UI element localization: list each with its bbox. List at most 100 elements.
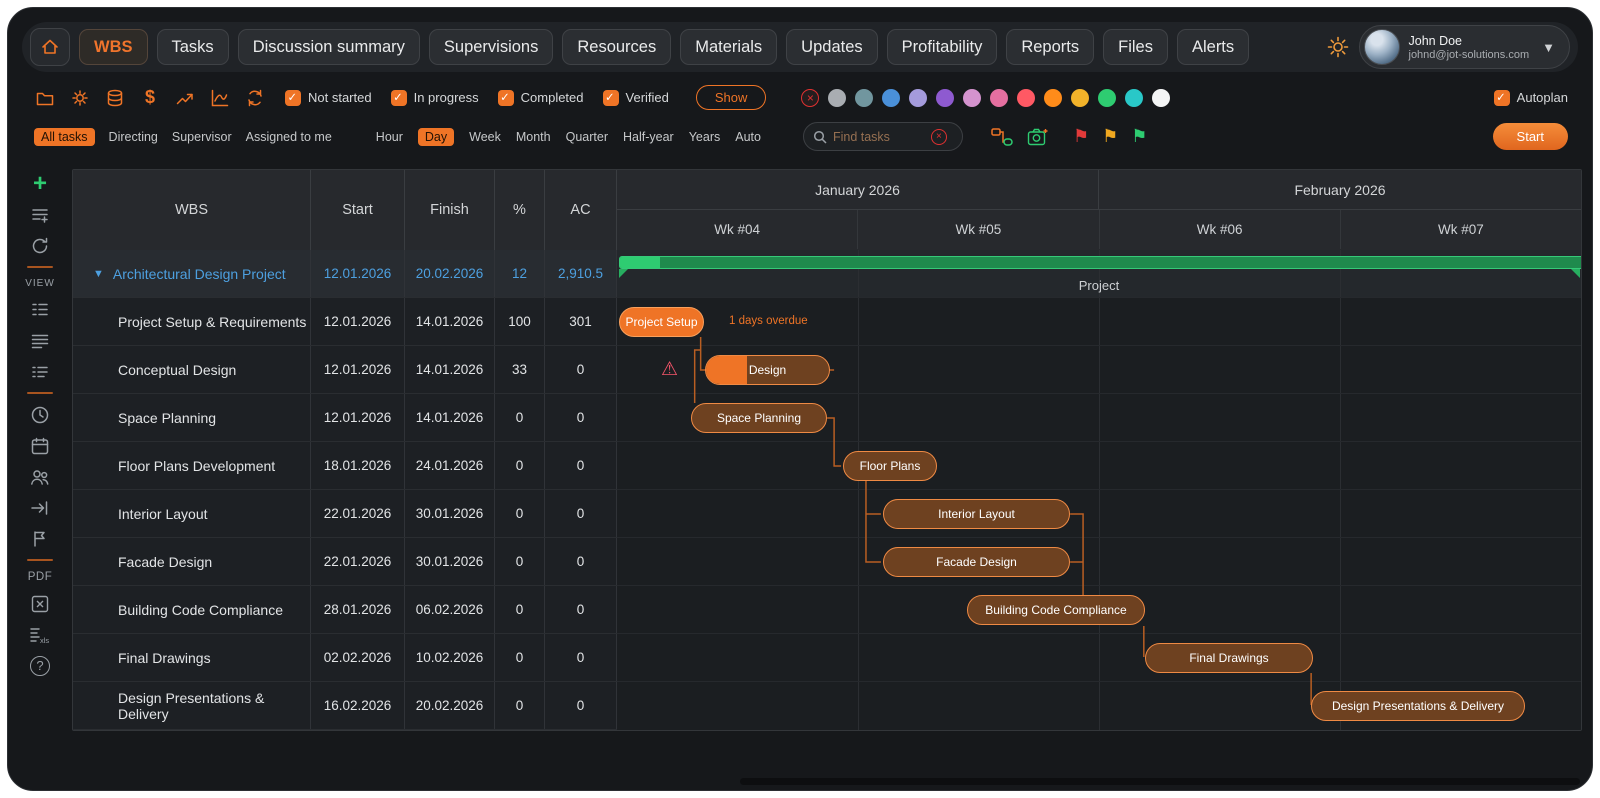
critical-path-icon[interactable] [991,126,1013,148]
home-button[interactable] [30,28,70,66]
timescale-quarter[interactable]: Quarter [566,130,608,144]
start-button[interactable]: Start [1492,123,1568,150]
column-header-ac[interactable]: AC [545,170,617,250]
table-row[interactable]: Conceptual Design 12.01.2026 14.01.2026 … [73,346,617,394]
gantt-bar-design-presentations[interactable]: Design Presentations & Delivery [1311,691,1525,721]
snapshot-camera-icon[interactable] [1027,126,1049,148]
tab-discussion-summary[interactable]: Discussion summary [237,29,420,65]
tab-resources[interactable]: Resources [562,29,672,65]
tab-materials[interactable]: Materials [680,29,778,65]
tab-profitability[interactable]: Profitability [886,29,998,65]
user-menu[interactable]: John Doe johnd@jot-solutions.com ▼ [1358,25,1570,69]
view-filter-directing[interactable]: Directing [109,130,158,144]
view-filter-all-tasks[interactable]: All tasks [34,127,95,146]
help-icon[interactable]: ? [28,655,52,676]
color-dot[interactable] [909,88,928,107]
filter-verified[interactable]: Verified [602,89,669,106]
excel-export-icon[interactable] [28,593,52,614]
color-dot[interactable] [1125,88,1144,107]
xls-export-icon[interactable]: xls [28,624,52,645]
timescale-half-year[interactable]: Half-year [623,130,674,144]
projects-folder-icon[interactable] [34,87,56,109]
column-header-finish[interactable]: Finish [405,170,495,250]
table-row[interactable]: Floor Plans Development 18.01.2026 24.01… [73,442,617,490]
color-dot[interactable] [1044,88,1063,107]
timescale-month[interactable]: Month [516,130,551,144]
table-row-project[interactable]: ▼ Architectural Design Project 12.01.2026… [73,250,617,298]
color-dot[interactable] [1152,88,1171,107]
list-view-icon[interactable] [28,330,52,351]
view-filter-assigned-to-me[interactable]: Assigned to me [246,130,332,144]
table-row[interactable]: Interior Layout 22.01.2026 30.01.2026 0 … [73,490,617,538]
filter-completed[interactable]: Completed [497,89,584,106]
table-row[interactable]: Facade Design 22.01.2026 30.01.2026 0 0 [73,538,617,586]
tab-reports[interactable]: Reports [1006,29,1095,65]
database-icon[interactable] [104,87,126,109]
add-task-icon[interactable]: + [28,171,52,195]
settings-gear-icon[interactable] [69,87,91,109]
milestone-flag-icon[interactable] [28,528,52,549]
gantt-bar-facade-design[interactable]: Facade Design [883,547,1070,577]
tab-wbs[interactable]: WBS [79,29,148,65]
color-dot[interactable] [963,88,982,107]
autoplan-toggle[interactable]: Autoplan [1493,89,1568,106]
compact-view-icon[interactable] [28,361,52,382]
gantt-bar-project-setup[interactable]: Project Setup [619,307,704,337]
warning-icon[interactable]: ⚠ [661,358,678,381]
table-row[interactable]: Space Planning 12.01.2026 14.01.2026 0 0 [73,394,617,442]
chart-line-icon[interactable] [209,87,231,109]
trend-icon[interactable] [174,87,196,109]
sync-icon[interactable] [244,87,266,109]
timescale-week[interactable]: Week [469,130,501,144]
tab-tasks[interactable]: Tasks [156,29,229,65]
table-row[interactable]: Design Presentations & Delivery 16.02.20… [73,682,617,730]
gantt-bar-final-drawings[interactable]: Final Drawings [1145,643,1313,673]
jump-to-task-icon[interactable] [28,497,52,518]
pdf-export-button[interactable]: PDF [28,571,53,583]
time-log-clock-icon[interactable] [28,404,52,425]
gantt-bar-space-planning[interactable]: Space Planning [691,403,827,433]
filter-in-progress[interactable]: In progress [390,89,479,106]
column-header-wbs[interactable]: WBS [73,170,311,250]
timescale-hour[interactable]: Hour [376,130,403,144]
wbs-view-icon[interactable] [28,299,52,320]
gantt-bar-floor-plans[interactable]: Floor Plans [843,451,937,481]
tab-alerts[interactable]: Alerts [1176,29,1250,65]
cost-dollar-icon[interactable]: $ [139,87,161,109]
add-list-icon[interactable] [28,204,52,225]
filter-not-started[interactable]: Not started [285,89,372,106]
timescale-years[interactable]: Years [689,130,721,144]
color-dot[interactable] [936,88,955,107]
collapse-icon[interactable]: ▼ [93,268,104,280]
people-icon[interactable] [28,466,52,487]
table-row[interactable]: Final Drawings 02.02.2026 10.02.2026 0 0 [73,634,617,682]
color-dot[interactable] [828,88,847,107]
column-header-percent[interactable]: % [495,170,545,250]
clear-color-dot[interactable]: × [801,88,820,107]
horizontal-scrollbar[interactable] [740,778,1580,785]
theme-toggle-sun-icon[interactable] [1327,36,1349,58]
search-input[interactable] [832,129,925,144]
table-row[interactable]: Project Setup & Requirements 12.01.2026 … [73,298,617,346]
search-clear-icon[interactable]: × [930,128,947,145]
view-filter-supervisor[interactable]: Supervisor [172,130,232,144]
color-dot[interactable] [1071,88,1090,107]
calendar-icon[interactable] [28,435,52,456]
color-dot[interactable] [855,88,874,107]
gantt-bar-interior-layout[interactable]: Interior Layout [883,499,1070,529]
color-dot[interactable] [882,88,901,107]
color-dot[interactable] [1017,88,1036,107]
yellow-flag-icon[interactable]: ⚑ [1102,126,1118,147]
tab-updates[interactable]: Updates [786,29,878,65]
tab-supervisions[interactable]: Supervisions [428,29,554,65]
gantt-bar-design[interactable]: Design [705,355,830,385]
timescale-auto[interactable]: Auto [735,130,761,144]
refresh-icon[interactable] [28,235,52,256]
column-header-start[interactable]: Start [311,170,405,250]
table-row[interactable]: Building Code Compliance 28.01.2026 06.0… [73,586,617,634]
green-flag-icon[interactable]: ⚑ [1131,126,1147,147]
project-summary-bar[interactable] [619,256,1581,269]
tab-files[interactable]: Files [1103,29,1168,65]
gantt-bar-building-code-compliance[interactable]: Building Code Compliance [967,595,1145,625]
show-button[interactable]: Show [695,85,767,110]
